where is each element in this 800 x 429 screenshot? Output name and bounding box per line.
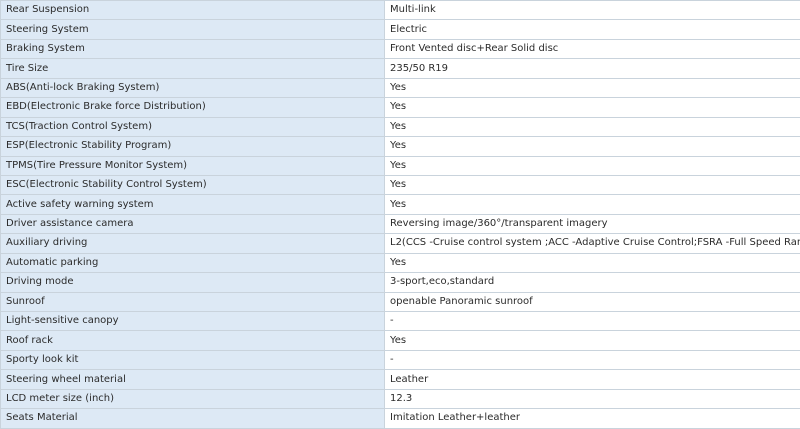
table-row-abs: ABS(Anti-lock Braking System) Yes [1,78,800,97]
spec-value: Yes [385,78,800,97]
table-row-esp: ESP(Electronic Stability Program) Yes [1,137,800,156]
spec-label: Rear Suspension [1,1,385,20]
spec-label: Sporty look kit [1,350,385,369]
spec-value: L2(CCS -Cruise control system ;ACC -Adap… [385,234,800,253]
table-row-driver-assistance-camera: Driver assistance camera Reversing image… [1,214,800,233]
table-row-automatic-parking: Automatic parking Yes [1,253,800,272]
spec-label: TPMS(Tire Pressure Monitor System) [1,156,385,175]
table-row-esc: ESC(Electronic Stability Control System)… [1,175,800,194]
spec-value: Yes [385,156,800,175]
spec-label: Tire Size [1,59,385,78]
spec-value: Yes [385,253,800,272]
table-row-lcd-meter-size: LCD meter size (inch) 12.3 [1,389,800,408]
spec-value: - [385,312,800,331]
spec-value: 12.3 [385,389,800,408]
spec-label: LCD meter size (inch) [1,389,385,408]
spec-value: Yes [385,117,800,136]
table-row-ebd: EBD(Electronic Brake force Distribution)… [1,98,800,117]
table-row-rear-suspension: Rear Suspension Multi-link [1,1,800,20]
table-row-roof-rack: Roof rack Yes [1,331,800,350]
table-row-steering-system: Steering System Electric [1,20,800,39]
spec-value: 235/50 R19 [385,59,800,78]
spec-label: TCS(Traction Control System) [1,117,385,136]
spec-label: ESC(Electronic Stability Control System) [1,175,385,194]
spec-label: Driver assistance camera [1,214,385,233]
table-row-active-safety-warning: Active safety warning system Yes [1,195,800,214]
spec-value: openable Panoramic sunroof [385,292,800,311]
spec-value: 3-sport,eco,standard [385,273,800,292]
spec-label: Steering System [1,20,385,39]
spec-value: Front Vented disc+Rear Solid disc [385,39,800,58]
spec-value: Reversing image/360°/transparent imagery [385,214,800,233]
spec-value: Yes [385,331,800,350]
table-row-tire-size: Tire Size 235/50 R19 [1,59,800,78]
table-row-braking-system: Braking System Front Vented disc+Rear So… [1,39,800,58]
spec-label: Auxiliary driving [1,234,385,253]
spec-label: Roof rack [1,331,385,350]
spec-label: Automatic parking [1,253,385,272]
table-row-sporty-look-kit: Sporty look kit - [1,350,800,369]
table-row-seats-material: Seats Material Imitation Leather+leather [1,409,800,428]
spec-value: Imitation Leather+leather [385,409,800,428]
spec-table-body: Rear Suspension Multi-link Steering Syst… [1,1,800,429]
spec-table: Rear Suspension Multi-link Steering Syst… [0,0,800,429]
spec-label: ABS(Anti-lock Braking System) [1,78,385,97]
table-row-sunroof: Sunroof openable Panoramic sunroof [1,292,800,311]
table-row-tpms: TPMS(Tire Pressure Monitor System) Yes [1,156,800,175]
table-row-light-sensitive-canopy: Light-sensitive canopy - [1,312,800,331]
spec-value: Yes [385,175,800,194]
table-row-auxiliary-driving: Auxiliary driving L2(CCS -Cruise control… [1,234,800,253]
table-row-tcs: TCS(Traction Control System) Yes [1,117,800,136]
spec-label: Braking System [1,39,385,58]
spec-value: Yes [385,98,800,117]
spec-label: Steering wheel material [1,370,385,389]
spec-label: Sunroof [1,292,385,311]
spec-value: Yes [385,195,800,214]
table-row-steering-wheel-material: Steering wheel material Leather [1,370,800,389]
spec-label: Light-sensitive canopy [1,312,385,331]
spec-value: Electric [385,20,800,39]
spec-label: Driving mode [1,273,385,292]
table-row-driving-mode: Driving mode 3-sport,eco,standard [1,273,800,292]
spec-value: Yes [385,137,800,156]
spec-value: - [385,350,800,369]
spec-label: ESP(Electronic Stability Program) [1,137,385,156]
spec-label: Active safety warning system [1,195,385,214]
spec-label: EBD(Electronic Brake force Distribution) [1,98,385,117]
spec-value: Multi-link [385,1,800,20]
spec-label: Seats Material [1,409,385,428]
spec-value: Leather [385,370,800,389]
